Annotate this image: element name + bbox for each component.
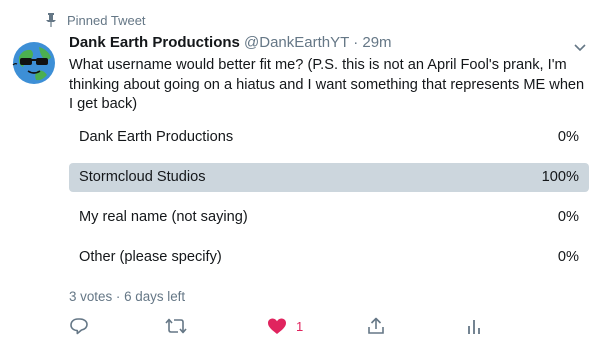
tweet-header: Dank Earth Productions @DankEarthYT · 29… [69,34,392,56]
poll-option-label: Other (please specify) [79,249,222,265]
poll-option-percent: 0% [557,209,579,225]
poll-option-percent: 100% [541,169,579,185]
tweet-actions: 1 [0,316,599,340]
poll-option: Dank Earth Productions 0% [69,123,589,152]
poll-option: Other (please specify) 0% [69,243,589,272]
avatar[interactable] [9,37,59,87]
poll-option-percent: 0% [557,249,579,265]
poll-option: My real name (not saying) 0% [69,203,589,232]
pinned-label: Pinned Tweet [67,13,146,28]
tweet-text: What username would better fit me? (P.S.… [69,57,585,112]
reply-icon[interactable] [69,316,89,338]
poll-option: Stormcloud Studios 100% [69,163,589,192]
poll: Dank Earth Productions 0% Stormcloud Stu… [69,123,589,283]
pinned-tweet-indicator: Pinned Tweet [0,10,599,30]
share-icon[interactable] [366,316,386,338]
tweet-timestamp[interactable]: 29m [362,34,391,51]
poll-meta: 3 votes · 6 days left [69,289,186,304]
earth-sunglasses-avatar-image [9,37,59,87]
pin-icon [45,13,57,27]
like-count[interactable]: 1 [296,319,303,334]
display-name[interactable]: Dank Earth Productions [69,34,240,51]
retweet-icon[interactable] [164,316,188,338]
poll-option-percent: 0% [557,129,579,145]
like-icon[interactable] [266,316,288,338]
poll-option-label: Stormcloud Studios [79,169,206,185]
poll-option-label: Dank Earth Productions [79,129,234,145]
separator-dot: · [353,34,359,51]
poll-option-label: My real name (not saying) [79,209,248,225]
user-handle[interactable]: @DankEarthYT [244,34,349,51]
analytics-icon[interactable] [466,316,482,338]
chevron-down-icon[interactable] [573,40,587,52]
